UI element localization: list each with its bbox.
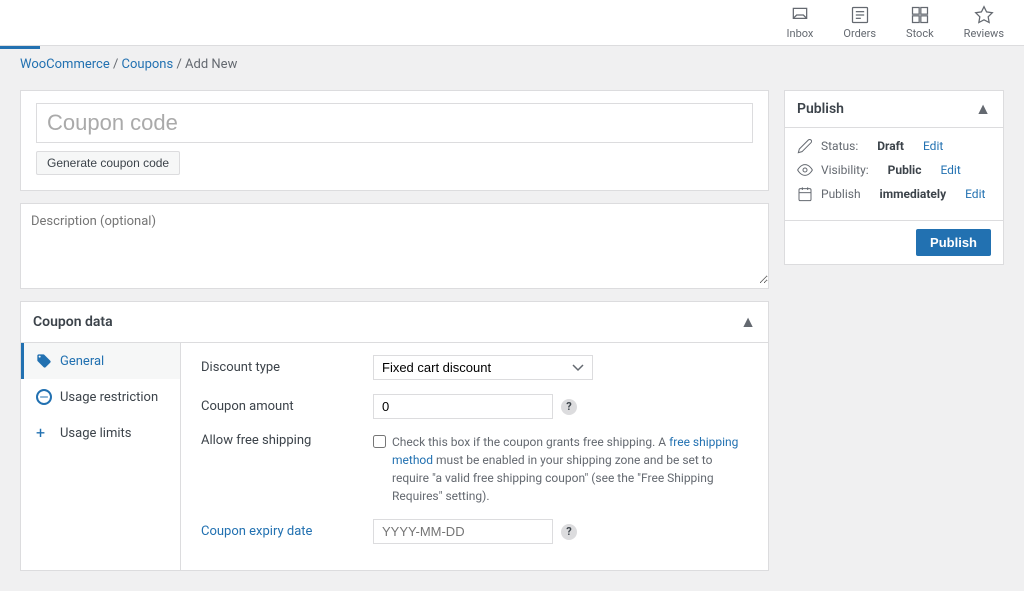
- free-shipping-link[interactable]: free shipping method: [392, 435, 738, 467]
- coupon-amount-row: Coupon amount ?: [201, 394, 748, 419]
- publish-title: Publish: [797, 101, 844, 117]
- coupon-data-section: Coupon data ▲ General Usage restriction: [20, 301, 769, 571]
- description-input[interactable]: [21, 204, 768, 284]
- publish-date-row: Publish immediately Edit: [797, 186, 991, 202]
- tab-usage-limits-label: Usage limits: [60, 426, 131, 441]
- orders-nav[interactable]: Orders: [843, 5, 876, 40]
- expiry-date-label: Coupon expiry date: [201, 519, 361, 539]
- publish-header: Publish ▲: [785, 91, 1003, 128]
- inbox-icon: [790, 5, 810, 25]
- coupon-amount-help-icon[interactable]: ?: [561, 399, 577, 415]
- publish-button[interactable]: Publish: [916, 229, 991, 256]
- free-shipping-wrap: Check this box if the coupon grants free…: [373, 433, 748, 505]
- description-section: [20, 203, 769, 289]
- main-layout: Generate coupon code Coupon data ▲ Gener…: [0, 80, 1024, 591]
- stock-nav[interactable]: Stock: [906, 5, 934, 40]
- breadcrumb-woocommerce[interactable]: WooCommerce: [20, 57, 110, 72]
- collapse-icon[interactable]: ▲: [740, 312, 756, 332]
- status-value: Draft: [877, 139, 904, 153]
- coupon-data-tabs: General Usage restriction + Usage limits: [21, 343, 181, 570]
- plus-icon: +: [36, 425, 52, 441]
- publish-date-value: immediately: [880, 187, 947, 201]
- coupon-data-header: Coupon data ▲: [21, 302, 768, 343]
- coupon-amount-input[interactable]: [373, 394, 553, 419]
- calendar-icon: [797, 186, 813, 202]
- restriction-icon: [36, 389, 52, 405]
- publish-visibility-row: Visibility: Public Edit: [797, 162, 991, 178]
- reviews-label: Reviews: [964, 27, 1004, 40]
- breadcrumb: WooCommerce / Coupons / Add New: [0, 49, 1024, 80]
- left-content: Generate coupon code Coupon data ▲ Gener…: [20, 90, 769, 571]
- tab-general[interactable]: General: [21, 343, 180, 379]
- status-label: Status:: [821, 139, 858, 153]
- expiry-date-help-icon[interactable]: ?: [561, 524, 577, 540]
- publish-collapse-icon[interactable]: ▲: [975, 99, 991, 119]
- discount-type-input-wrap: Percentage discount Fixed cart discount …: [373, 355, 593, 380]
- tab-general-label: General: [60, 354, 104, 369]
- coupon-fields: Discount type Percentage discount Fixed …: [181, 343, 768, 570]
- free-shipping-label: Allow free shipping: [201, 433, 361, 448]
- visibility-edit-link[interactable]: Edit: [940, 163, 960, 177]
- publish-footer: Publish: [785, 220, 1003, 264]
- eye-icon: [797, 162, 813, 178]
- discount-type-label: Discount type: [201, 355, 361, 375]
- expiry-date-row: Coupon expiry date ?: [201, 519, 748, 544]
- orders-icon: [850, 5, 870, 25]
- visibility-value: Public: [888, 163, 922, 177]
- inbox-label: Inbox: [787, 27, 814, 40]
- free-shipping-row: Allow free shipping Check this box if th…: [201, 433, 748, 505]
- coupon-code-input[interactable]: [36, 103, 753, 143]
- coupon-data-title: Coupon data: [33, 314, 113, 330]
- orders-label: Orders: [843, 27, 876, 40]
- breadcrumb-coupons[interactable]: Coupons: [122, 57, 174, 72]
- publish-box: Publish ▲ Status: Draft Edit Visibility:…: [784, 90, 1004, 265]
- publish-date-label: Publish: [821, 187, 861, 201]
- status-edit-link[interactable]: Edit: [923, 139, 943, 153]
- inbox-nav[interactable]: Inbox: [787, 5, 814, 40]
- discount-type-select[interactable]: Percentage discount Fixed cart discount …: [373, 355, 593, 380]
- breadcrumb-current: Add New: [185, 57, 237, 72]
- free-shipping-text: Check this box if the coupon grants free…: [392, 433, 748, 505]
- right-sidebar: Publish ▲ Status: Draft Edit Visibility:…: [784, 90, 1004, 265]
- visibility-label: Visibility:: [821, 163, 869, 177]
- free-shipping-checkbox[interactable]: [373, 435, 386, 448]
- expiry-date-input-wrap: ?: [373, 519, 577, 544]
- reviews-icon: [974, 5, 994, 25]
- tab-usage-limits[interactable]: + Usage limits: [21, 415, 180, 451]
- coupon-amount-input-wrap: ?: [373, 394, 577, 419]
- pencil-icon: [797, 138, 813, 154]
- top-bar: Inbox Orders Stock Reviews: [0, 0, 1024, 46]
- expiry-date-input[interactable]: [373, 519, 553, 544]
- coupon-amount-label: Coupon amount: [201, 394, 361, 414]
- tab-usage-restriction-label: Usage restriction: [60, 390, 158, 405]
- top-bar-icons: Inbox Orders Stock Reviews: [787, 5, 1004, 40]
- stock-icon: [910, 5, 930, 25]
- publish-date-edit-link[interactable]: Edit: [965, 187, 985, 201]
- reviews-nav[interactable]: Reviews: [964, 5, 1004, 40]
- stock-label: Stock: [906, 27, 934, 40]
- discount-type-row: Discount type Percentage discount Fixed …: [201, 355, 748, 380]
- coupon-code-section: Generate coupon code: [20, 90, 769, 191]
- tab-usage-restriction[interactable]: Usage restriction: [21, 379, 180, 415]
- coupon-data-body: General Usage restriction + Usage limits: [21, 343, 768, 570]
- tag-icon: [36, 353, 52, 369]
- publish-status-row: Status: Draft Edit: [797, 138, 991, 154]
- block-icon: [36, 389, 52, 405]
- generate-coupon-button[interactable]: Generate coupon code: [36, 151, 180, 175]
- publish-body: Status: Draft Edit Visibility: Public Ed…: [785, 128, 1003, 220]
